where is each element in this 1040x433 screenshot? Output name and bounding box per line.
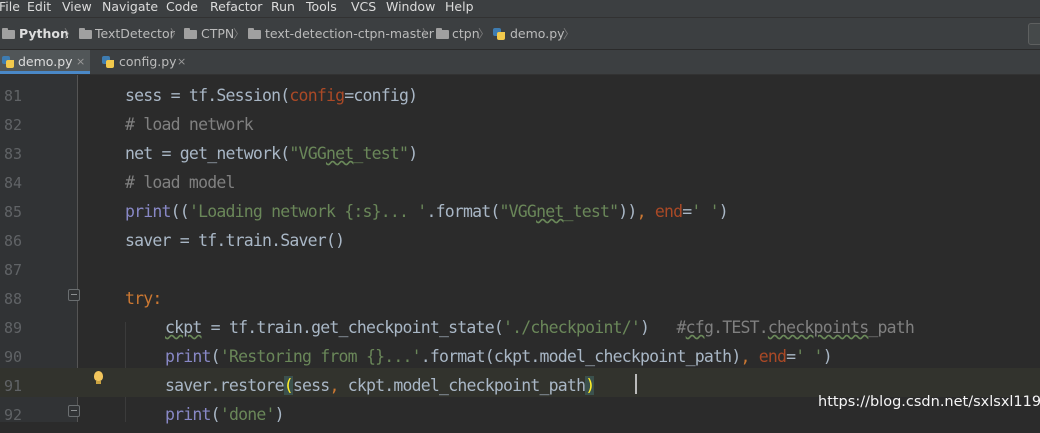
menu-help[interactable]: Help [445, 0, 474, 17]
menu-window[interactable]: Window [386, 0, 435, 17]
close-icon[interactable]: × [76, 50, 85, 74]
tab-demo-py[interactable]: demo.py × [0, 50, 90, 74]
line-number: 89 [3, 319, 22, 337]
code-text: saver.restore(sess, ckpt.model_checkpoin… [165, 376, 595, 395]
close-icon[interactable]: × [177, 50, 186, 74]
tab-label: config.py [119, 54, 177, 69]
code-line: 81 sess = tf.Session(config=config) [0, 78, 1040, 107]
breadcrumb-python[interactable]: Python [19, 18, 69, 50]
folder-icon [184, 28, 197, 39]
python-file-icon [2, 56, 14, 68]
code-line: 89 ckpt = tf.train.get_checkpoint_state(… [0, 310, 1040, 339]
code-keyword: try: [125, 289, 162, 308]
code-line: 87 [0, 252, 1040, 281]
code-line: 86 saver = tf.train.Saver() [0, 223, 1040, 252]
menu-file[interactable]: File [0, 0, 20, 17]
line-number: 85 [3, 203, 22, 221]
breadcrumb: Python 〉 TextDetector 〉 CTPN 〉 text-dete… [0, 17, 1040, 50]
line-number: 81 [3, 87, 22, 105]
folder-icon [248, 28, 261, 39]
code-text: sess = tf.Session(config=config) [125, 86, 418, 105]
code-text: print(('Loading network {:s}... '.format… [125, 202, 729, 221]
fold-icon[interactable] [68, 289, 80, 301]
code-editor[interactable]: 81 sess = tf.Session(config=config) 82 #… [0, 75, 1040, 424]
lightbulb-icon[interactable] [94, 371, 103, 384]
line-number: 83 [3, 145, 22, 163]
breadcrumb-separator: 〉 [563, 27, 576, 41]
menu-refactor[interactable]: Refactor [210, 0, 262, 17]
code-line: 84 # load model [0, 165, 1040, 194]
folder-icon [436, 28, 449, 39]
breadcrumb-textdetector[interactable]: TextDetector [95, 18, 175, 50]
menu-tools[interactable]: Tools [306, 0, 337, 17]
code-text: print('Restoring from {}...'.format(ckpt… [165, 347, 833, 366]
line-number: 90 [3, 348, 22, 366]
menu-run[interactable]: Run [271, 0, 295, 17]
line-number: 88 [3, 290, 22, 308]
tab-config-py[interactable]: config.py × [100, 50, 195, 74]
line-number: 82 [3, 116, 22, 134]
current-code-line: 91 saver.restore(sess, ckpt.model_checkp… [0, 368, 1040, 397]
code-comment: # load model [125, 173, 235, 192]
line-number: 84 [3, 174, 22, 192]
line-number: 86 [3, 232, 22, 250]
tab-label: demo.py [18, 54, 73, 69]
breadcrumb-separator: 〉 [64, 27, 77, 41]
breadcrumb-separator: 〉 [478, 27, 491, 41]
line-number: 91 [3, 377, 22, 395]
code-line: 82 # load network [0, 107, 1040, 136]
code-line: 85 print(('Loading network {:s}... '.for… [0, 194, 1040, 223]
breadcrumb-separator: 〉 [422, 27, 435, 41]
menu-vcs[interactable]: VCS [351, 0, 376, 17]
breadcrumb-separator: 〉 [233, 27, 246, 41]
watermark: https://blog.csdn.net/sxlsxl119 [818, 394, 1040, 410]
breadcrumb-separator: 〉 [170, 27, 183, 41]
line-number: 87 [3, 261, 22, 279]
breadcrumb-project[interactable]: text-detection-ctpn-master [265, 18, 434, 50]
editor-tabs: demo.py × config.py × [0, 50, 1040, 75]
folder-icon [79, 28, 92, 39]
python-file-icon [102, 56, 114, 68]
code-text: saver = tf.train.Saver() [125, 231, 345, 250]
menu-code[interactable]: Code [166, 0, 198, 17]
breadcrumb-demo-py[interactable]: demo.py [510, 18, 565, 50]
code-comment: # load network [125, 115, 254, 134]
code-text: net = get_network("VGGnet_test") [125, 144, 418, 163]
breadcrumb-ctpn-sub[interactable]: ctpn [452, 18, 480, 50]
code-line: 83 net = get_network("VGGnet_test") [0, 136, 1040, 165]
text-caret [635, 374, 637, 394]
run-config-dropdown[interactable] [1028, 23, 1040, 45]
menu-edit[interactable]: Edit [27, 0, 51, 17]
menu-view[interactable]: View [62, 0, 92, 17]
code-line: 90 print('Restoring from {}...'.format(c… [0, 339, 1040, 368]
code-line: 88 try: [0, 281, 1040, 310]
python-file-icon [493, 28, 505, 40]
code-text: ckpt = tf.train.get_checkpoint_state('./… [165, 318, 915, 337]
folder-icon [2, 28, 15, 39]
menu-navigate[interactable]: Navigate [102, 0, 158, 17]
breadcrumb-ctpn[interactable]: CTPN [201, 18, 234, 50]
menu-bar: File Edit View Navigate Code Refactor Ru… [0, 0, 1040, 17]
fold-icon[interactable] [68, 405, 80, 417]
